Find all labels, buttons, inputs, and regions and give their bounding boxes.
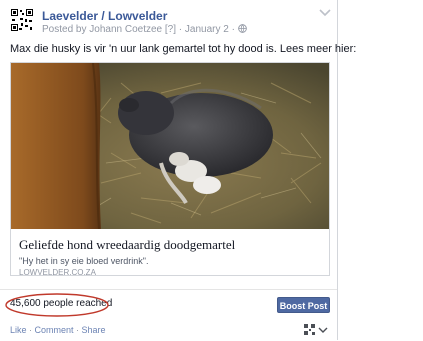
- page-avatar-qr-icon[interactable]: [10, 8, 34, 32]
- link-domain: LOWVELDER.CO.ZA: [19, 268, 96, 277]
- link-title[interactable]: Geliefde hond wreedaardig doodgemartel: [19, 237, 235, 253]
- share-link[interactable]: Share: [82, 325, 106, 335]
- meta-separator-2: ·: [231, 24, 235, 35]
- reach-highlight-oval: [4, 292, 110, 318]
- post-text: Max die husky is vir 'n uur lank gemarte…: [10, 43, 357, 55]
- post-actions: Like · Comment · Share: [10, 325, 106, 335]
- share-audience-icon[interactable]: [304, 323, 330, 335]
- author-help[interactable]: [?]: [165, 24, 176, 35]
- post-card: Laevelder / Lowvelder Posted by Johann C…: [0, 0, 356, 340]
- chevron-down-icon[interactable]: [318, 6, 332, 18]
- meta-separator: ·: [178, 24, 183, 35]
- page-name-link[interactable]: Laevelder / Lowvelder: [42, 9, 167, 23]
- boost-post-button[interactable]: Boost Post: [277, 297, 330, 313]
- action-sep-1: ·: [26, 325, 35, 335]
- action-sep-2: ·: [73, 325, 82, 335]
- post-meta: Posted by Johann Coetzee [?] · January 2…: [42, 24, 247, 35]
- post-date-link[interactable]: January 2: [185, 24, 229, 35]
- divider: [0, 289, 337, 290]
- comment-link[interactable]: Comment: [35, 325, 74, 335]
- posted-by-prefix: Posted by: [42, 24, 87, 35]
- link-description: "Hy het in sy eie bloed verdrink".: [19, 256, 149, 266]
- globe-icon: [237, 24, 247, 35]
- link-preview-image[interactable]: [11, 63, 329, 229]
- link-preview[interactable]: Geliefde hond wreedaardig doodgemartel "…: [10, 62, 330, 277]
- author-link[interactable]: Johann Coetzee: [89, 24, 162, 35]
- like-link[interactable]: Like: [10, 325, 27, 335]
